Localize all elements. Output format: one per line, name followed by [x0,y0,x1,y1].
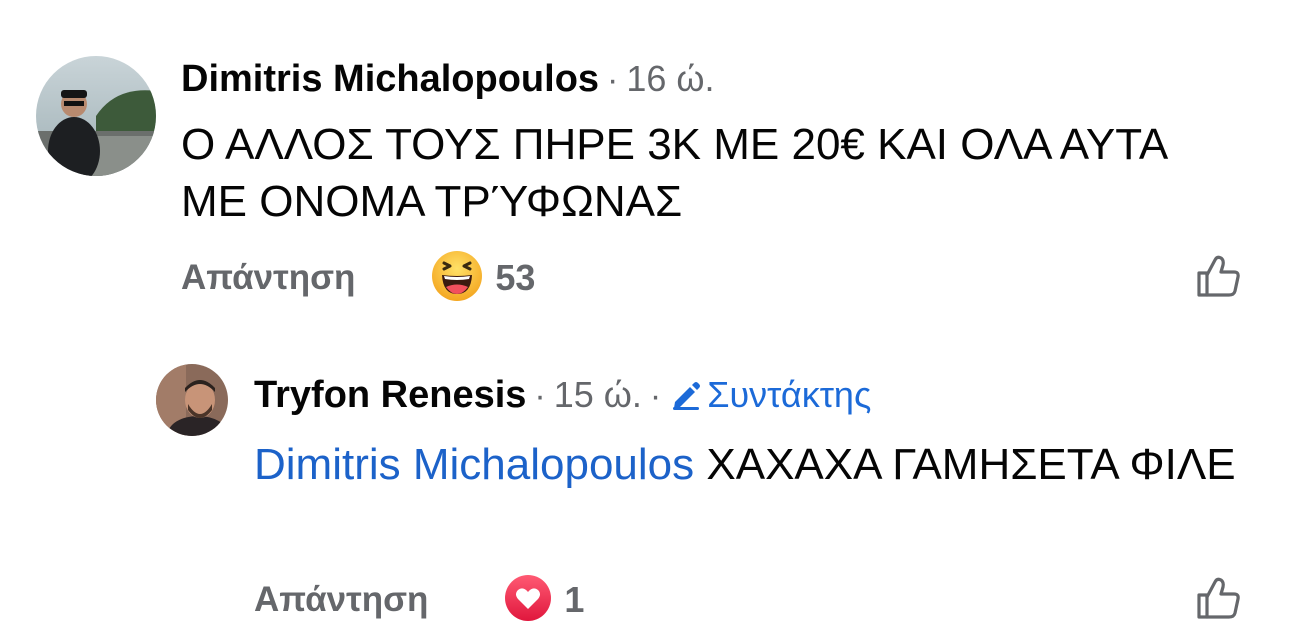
comment-actions: Απάντηση 1 [254,572,584,628]
separator-dot: · [607,61,619,99]
reply-button[interactable]: Απάντηση [181,258,355,298]
comment-header: Tryfon Renesis · 15 ώ. · Συντάκτης [254,374,871,417]
author-badge: Συντάκτης [669,374,871,416]
separator-dot: · [534,377,546,415]
timestamp[interactable]: 16 ώ. [626,58,714,100]
reply-button[interactable]: Απάντηση [254,580,428,620]
author-name[interactable]: Dimitris Michalopoulos [181,58,599,101]
separator-dot: · [649,377,662,415]
love-heart-icon [504,574,552,627]
reaction-summary[interactable]: 53 [431,250,535,307]
avatar[interactable] [156,364,228,436]
reaction-count: 1 [564,579,585,620]
comment-text: Dimitris Michalopoulos ΧΑΧΑΧΑ ΓΑΜΗΣΕΤΑ Φ… [254,436,1264,493]
like-button[interactable] [1194,252,1242,300]
pencil-icon [673,382,701,410]
avatar[interactable] [36,56,156,176]
thumbs-up-outline-icon [1197,577,1240,619]
thumbs-up-outline-icon [1197,255,1240,297]
mention-link[interactable]: Dimitris Michalopoulos [254,440,694,489]
timestamp[interactable]: 15 ώ. [554,374,642,416]
reaction-count: 53 [495,257,536,298]
comment-text: Ο ΑΛΛΟΣ ΤΟΥΣ ΠΗΡΕ 3Κ ΜΕ 20€ ΚΑΙ ΟΛΑ ΑΥΤΑ… [181,120,1166,226]
comment-actions: Απάντηση 53 [181,250,535,306]
comment-header: Dimitris Michalopoulos · 16 ώ. [181,58,715,101]
laughing-emoji-icon [431,250,483,307]
comment-body: ΧΑΧΑΧΑ ΓΑΜΗΣΕΤΑ ΦΙΛΕ [706,440,1236,489]
like-button[interactable] [1194,574,1242,622]
author-name[interactable]: Tryfon Renesis [254,374,526,417]
badge-label: Συντάκτης [707,374,872,415]
reaction-summary[interactable]: 1 [504,574,584,627]
